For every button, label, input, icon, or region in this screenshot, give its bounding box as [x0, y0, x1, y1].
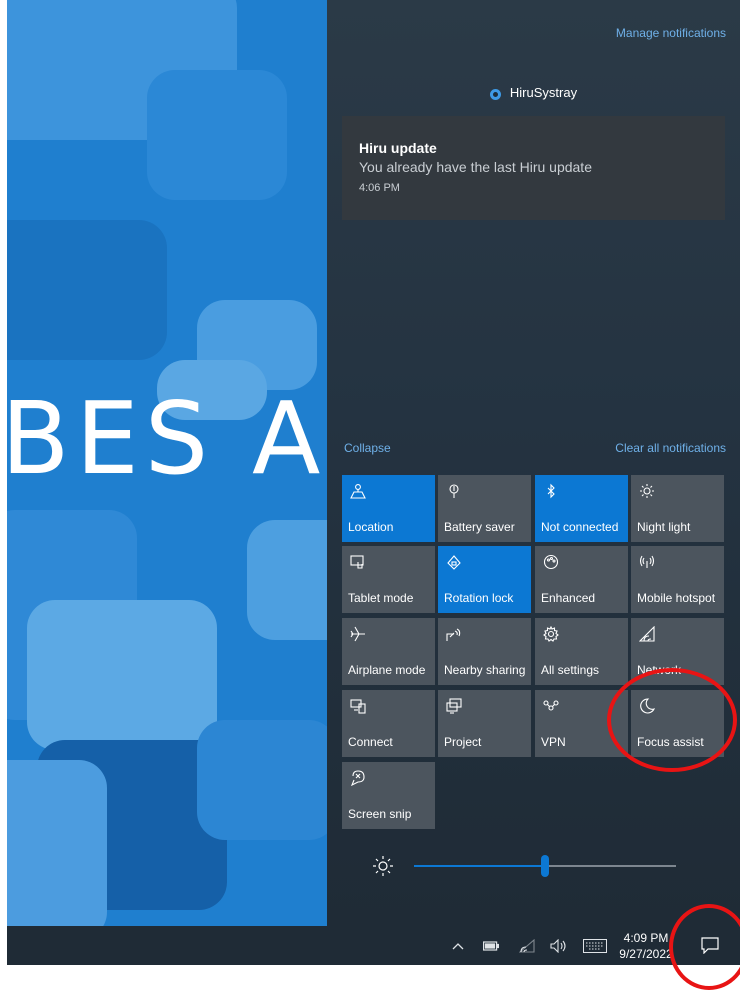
wallpaper-bubble [197, 720, 327, 840]
collapse-link[interactable]: Collapse [344, 441, 391, 455]
tile-night-light[interactable]: Night light [631, 475, 724, 542]
tile-label: Mobile hotspot [637, 591, 716, 605]
notification-card[interactable]: Hiru update You already have the last Hi… [342, 116, 725, 220]
screen-snip-icon [350, 770, 366, 786]
brightness-fill [414, 865, 545, 867]
tile-label: All settings [541, 663, 600, 677]
moon-icon [639, 698, 655, 714]
action-center-panel: Manage notifications HiruSystray Hiru up… [327, 0, 740, 926]
tile-label: Location [348, 520, 394, 534]
hirusystray-app-icon [489, 89, 501, 100]
clock-date: 9/27/2022 [619, 947, 673, 961]
notification-app-header: HiruSystray [327, 85, 740, 100]
notification-time: 4:06 PM [359, 182, 400, 194]
mobile-hotspot-icon [639, 554, 655, 570]
tile-battery-saver[interactable]: Battery saver [438, 475, 531, 542]
palette-icon [543, 554, 559, 570]
brightness-track[interactable] [414, 855, 676, 877]
vpn-icon [543, 698, 559, 714]
tile-tablet-mode[interactable]: Tablet mode [342, 546, 435, 613]
wallpaper-bubble [7, 760, 107, 926]
gear-icon [543, 626, 559, 642]
tile-label: Rotation lock [444, 591, 514, 605]
notification-body: You already have the last Hiru update [359, 159, 592, 175]
tile-label: Screen snip [348, 807, 412, 821]
wallpaper-bubble [247, 520, 327, 640]
volume-icon[interactable] [547, 926, 571, 965]
tile-label: Night light [637, 520, 691, 534]
tile-rotation-lock[interactable]: Rotation lock [438, 546, 531, 613]
app-name: HiruSystray [509, 85, 578, 100]
tile-location[interactable]: Location [342, 475, 435, 542]
brightness-slider[interactable] [372, 855, 707, 877]
wallpaper-bubble [147, 70, 287, 200]
tile-nearby-sharing[interactable]: Nearby sharing [438, 618, 531, 685]
keyboard-icon[interactable] [581, 926, 609, 965]
manage-notifications-link[interactable]: Manage notifications [616, 26, 726, 40]
tile-label: Airplane mode [348, 663, 426, 677]
taskbar: 4:09 PM 9/27/2022 [7, 926, 740, 965]
tile-label: Connect [348, 735, 393, 749]
tile-network[interactable]: Network [631, 618, 724, 685]
tile-label: Project [444, 735, 482, 749]
tile-all-settings[interactable]: All settings [535, 618, 628, 685]
wifi-icon[interactable] [515, 926, 539, 965]
tile-connect[interactable]: Connect [342, 690, 435, 757]
tile-label: Focus assist [637, 735, 704, 749]
nearby-sharing-icon [446, 626, 462, 642]
tile-airplane-mode[interactable]: Airplane mode [342, 618, 435, 685]
tile-bluetooth[interactable]: Not connected [535, 475, 628, 542]
clear-all-notifications-link[interactable]: Clear all notifications [615, 441, 726, 455]
clock-time: 4:09 PM [623, 931, 669, 945]
connect-icon [350, 698, 366, 714]
tile-label: VPN [541, 735, 566, 749]
project-icon [446, 698, 462, 714]
battery-saver-icon [446, 483, 462, 499]
brightness-thumb[interactable] [541, 855, 549, 877]
chevron-up-icon[interactable] [447, 926, 469, 965]
tile-label: Battery saver [444, 520, 515, 534]
location-icon [350, 483, 366, 499]
tile-screen-snip[interactable]: Screen snip [342, 762, 435, 829]
night-light-icon [639, 483, 655, 499]
taskbar-clock[interactable]: 4:09 PM 9/27/2022 [618, 930, 674, 962]
tile-project[interactable]: Project [438, 690, 531, 757]
notification-icon [701, 936, 719, 954]
brightness-icon [372, 855, 394, 877]
wallpaper-bubble [7, 220, 167, 360]
desktop-wallpaper: BES A [7, 0, 327, 926]
battery-icon[interactable] [479, 926, 503, 965]
tile-focus-assist[interactable]: Focus assist [631, 690, 724, 757]
bluetooth-icon [543, 483, 559, 499]
network-icon [639, 626, 655, 642]
wallpaper-bubble [27, 600, 217, 750]
airplane-icon [350, 626, 366, 642]
tile-enhanced[interactable]: Enhanced [535, 546, 628, 613]
tile-label: Nearby sharing [444, 663, 526, 677]
tile-label: Network [637, 663, 682, 677]
tablet-mode-icon [350, 554, 366, 570]
notification-title: Hiru update [359, 140, 437, 156]
tile-vpn[interactable]: VPN [535, 690, 628, 757]
wallpaper-text: BES A [7, 380, 327, 497]
tile-label: Not connected [541, 520, 619, 534]
tile-label: Enhanced [541, 591, 596, 605]
tile-mobile-hotspot[interactable]: Mobile hotspot [631, 546, 724, 613]
rotation-lock-icon [446, 554, 462, 570]
action-center-button[interactable] [697, 932, 723, 958]
tile-label: Tablet mode [348, 591, 414, 605]
